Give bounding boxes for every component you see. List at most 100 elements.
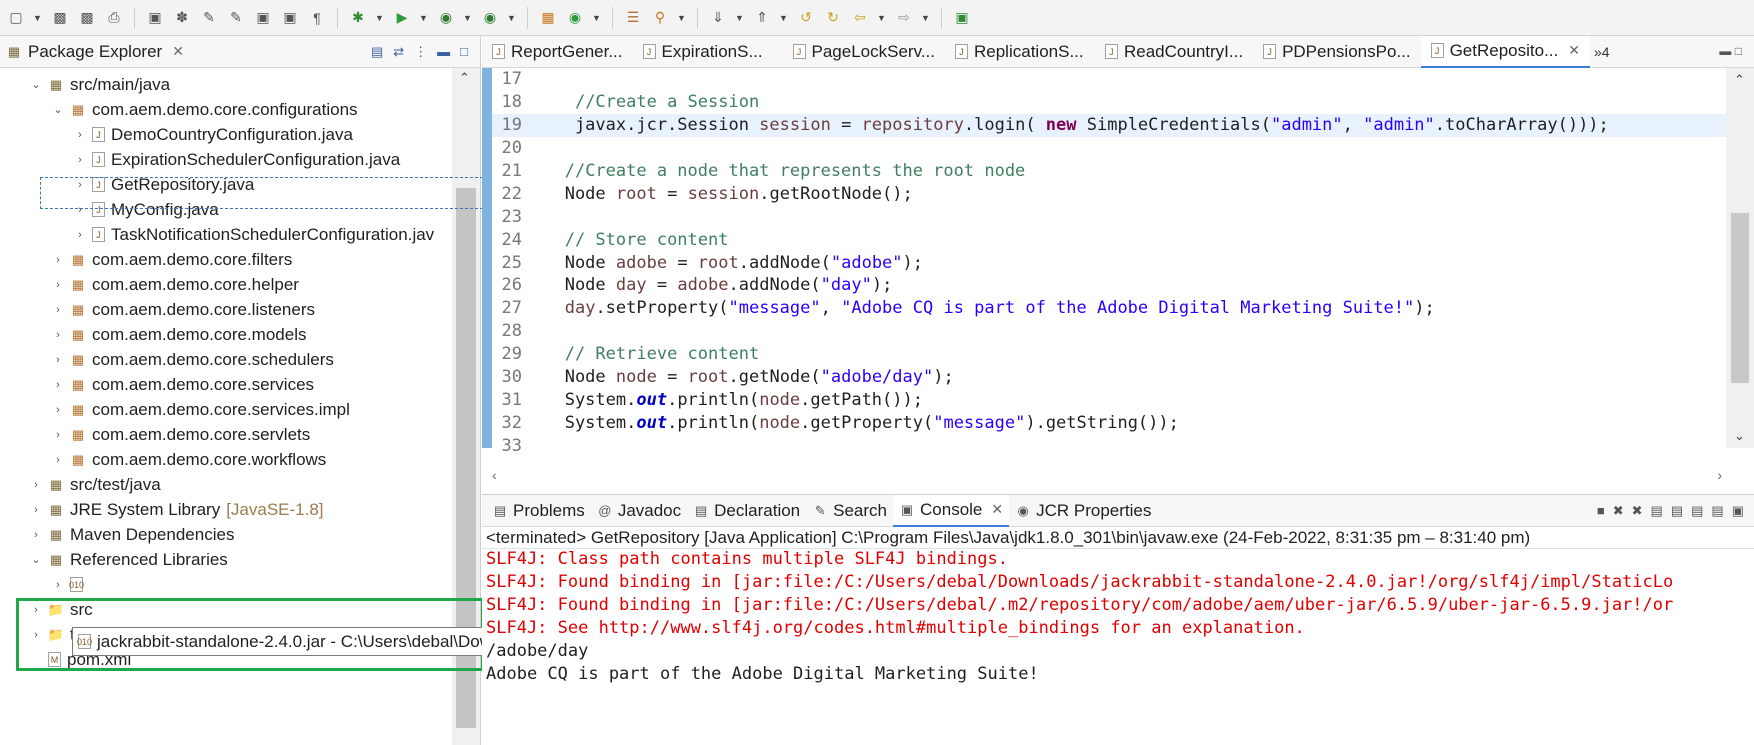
more-tabs-button[interactable]: »4 [1590,44,1610,60]
tree-item[interactable]: ⌄ ▦ src/main/java [30,72,170,97]
chevron-right-icon[interactable]: › [52,429,64,441]
new-icon[interactable]: ▢ [6,8,26,28]
minimize-icon[interactable]: ▬ □ [1719,44,1742,58]
code-line[interactable]: 33 [492,434,1726,457]
chevron-right-icon[interactable]: › [52,254,64,266]
code-line[interactable]: 19 javax.jcr.Session session = repositor… [492,113,1726,137]
remove-all-icon[interactable]: ✖ [1632,503,1643,519]
coverage-icon[interactable]: ◉ [436,8,456,28]
paragraph-icon[interactable]: ¶ [307,8,327,28]
chevron-down-icon[interactable]: ▼ [779,13,789,23]
scroll-lock-icon[interactable]: ▤ [1671,503,1683,519]
maximize-icon[interactable]: □ [460,44,468,60]
chevron-right-icon[interactable]: › [74,229,86,241]
chevron-down-icon[interactable]: ▼ [677,13,687,23]
chevron-down-icon[interactable]: ▼ [463,13,473,23]
editor-tab[interactable]: J ReadCountryI... [1095,36,1253,68]
tab-problems[interactable]: ▤ Problems [486,495,591,527]
tree-item[interactable]: ⌄ ▦ Referenced Libraries [30,547,227,572]
chevron-right-icon[interactable]: › [74,154,86,166]
clear-console-icon[interactable]: ▤ [1651,503,1663,519]
chevron-down-icon[interactable]: ▼ [877,13,887,23]
annotation-icon[interactable]: ✎ [199,8,219,28]
code-line[interactable]: 30 Node node = root.getNode("adobe/day")… [492,366,1726,389]
tree-item[interactable]: › J TaskNotificationSchedulerConfiguration… [74,222,434,247]
tree-item[interactable]: › ▦ com.aem.demo.core.services.impl [52,397,350,422]
remove-launch-icon[interactable]: ✖ [1613,503,1624,519]
tree-item[interactable]: › ▦ com.aem.demo.core.filters [52,247,292,272]
chevron-right-icon[interactable]: › [52,404,64,416]
tree-item[interactable]: › J ExpirationSchedulerConfiguration.java [74,147,400,172]
search-icon[interactable]: ⚲ [650,8,670,28]
scroll-left-icon[interactable]: ‹ [492,467,497,483]
open-type-icon[interactable]: ☰ [623,8,643,28]
new-class-icon[interactable]: ◉ [565,8,585,28]
chevron-right-icon[interactable]: › [30,529,42,541]
code-line[interactable]: 22 Node root = session.getRootNode(); [492,182,1726,205]
run-icon[interactable]: ▶ [392,8,412,28]
last-edit-icon[interactable]: ↻ [823,8,843,28]
tree-item[interactable]: › ▦ com.aem.demo.core.workflows [52,447,326,472]
chevron-right-icon[interactable]: › [30,504,42,516]
chevron-down-icon[interactable]: ⌄ [30,78,42,91]
back-icon[interactable]: ⇦ [850,8,870,28]
close-icon[interactable]: ✕ [172,43,184,60]
code-line[interactable]: 24 // Store content [492,228,1726,251]
tree-item[interactable]: ⌄ ▦ com.aem.demo.core.configurations [52,97,357,122]
new-java-project-icon[interactable]: ▦ [538,8,558,28]
save-icon[interactable]: ▩ [50,8,70,28]
scroll-down-icon[interactable]: ⌄ [1734,428,1745,444]
external-tools-icon[interactable]: ◉ [480,8,500,28]
editor-tab[interactable]: J ReportGener... [482,36,633,68]
display-console-icon[interactable]: ▣ [1732,503,1744,519]
tree-item[interactable]: › ▦ JRE System Library [JavaSE-1.8] [30,497,323,522]
chevron-right-icon[interactable]: › [52,279,64,291]
tree-item[interactable]: › J DemoCountryConfiguration.java [74,122,353,147]
tab-declaration[interactable]: ▤ Declaration [687,495,806,527]
chevron-right-icon[interactable]: › [52,304,64,316]
tab-jcr-properties[interactable]: ◉ JCR Properties [1009,495,1157,527]
prev-annotation-icon[interactable]: ⇑ [752,8,772,28]
tab-console[interactable]: ▣ Console ✕ [893,494,1010,527]
chevron-down-icon[interactable]: ▼ [419,13,429,23]
chevron-down-icon[interactable]: ▼ [507,13,517,23]
code-line[interactable]: 18 //Create a Session [492,91,1726,114]
code-line[interactable]: 26 Node day = adobe.addNode("day"); [492,274,1726,297]
tree-item[interactable]: › ▦ com.aem.demo.core.helper [52,272,299,297]
code-line[interactable]: 27 day.setProperty("message", "Adobe CQ … [492,297,1726,320]
code-line[interactable]: 23 [492,205,1726,228]
scroll-up-icon[interactable]: ⌃ [1734,72,1745,88]
scroll-up-icon[interactable]: ⌃ [459,70,470,86]
code-line[interactable]: 25 Node adobe = root.addNode("adobe"); [492,251,1726,274]
collapse-all-icon[interactable]: ▤ [371,44,383,60]
code-line[interactable]: 17 [492,68,1726,91]
chevron-down-icon[interactable]: ⌄ [30,553,42,566]
chevron-right-icon[interactable]: › [52,379,64,391]
close-icon[interactable]: ✕ [991,501,1003,518]
chevron-right-icon[interactable]: › [52,579,64,591]
editor-horizontal-scrollbar[interactable]: ‹ › [492,467,1722,483]
minimize-icon[interactable]: ▬ [437,44,450,60]
terminal-icon[interactable]: ▣ [145,8,165,28]
code-line[interactable]: 28 [492,320,1726,343]
chevron-down-icon[interactable]: ⌄ [52,103,64,116]
chevron-right-icon[interactable]: › [52,354,64,366]
debug-icon[interactable]: ✱ [348,8,368,28]
editor-tab[interactable]: J GetReposito... ✕ [1420,35,1590,68]
chevron-down-icon[interactable]: ▼ [33,13,43,23]
chevron-down-icon[interactable]: ▼ [921,13,931,23]
editor-tab[interactable]: J PDPensionsPo... [1253,36,1421,68]
editor-tab[interactable]: J ExpirationS... [633,36,783,68]
chevron-down-icon[interactable]: ▼ [592,13,602,23]
chevron-down-icon[interactable]: ▼ [735,13,745,23]
editor-tab[interactable]: J PageLockServ... [783,36,945,68]
code-area[interactable]: 17 18 //Create a Session 19 javax.jcr.Sess… [492,68,1726,456]
tab-search[interactable]: ✎ Search [806,495,893,527]
tree-item[interactable]: › ▦ com.aem.demo.core.services [52,372,314,397]
link-with-editor-icon[interactable]: ⇄ [393,44,404,60]
tree-item[interactable]: › ▦ com.aem.demo.core.listeners [52,297,315,322]
code-line[interactable]: 20 [492,137,1726,160]
code-line[interactable]: 31 System.out.println(node.getPath()); [492,388,1726,411]
close-icon[interactable]: ✕ [1568,42,1580,59]
chevron-right-icon[interactable]: › [30,479,42,491]
